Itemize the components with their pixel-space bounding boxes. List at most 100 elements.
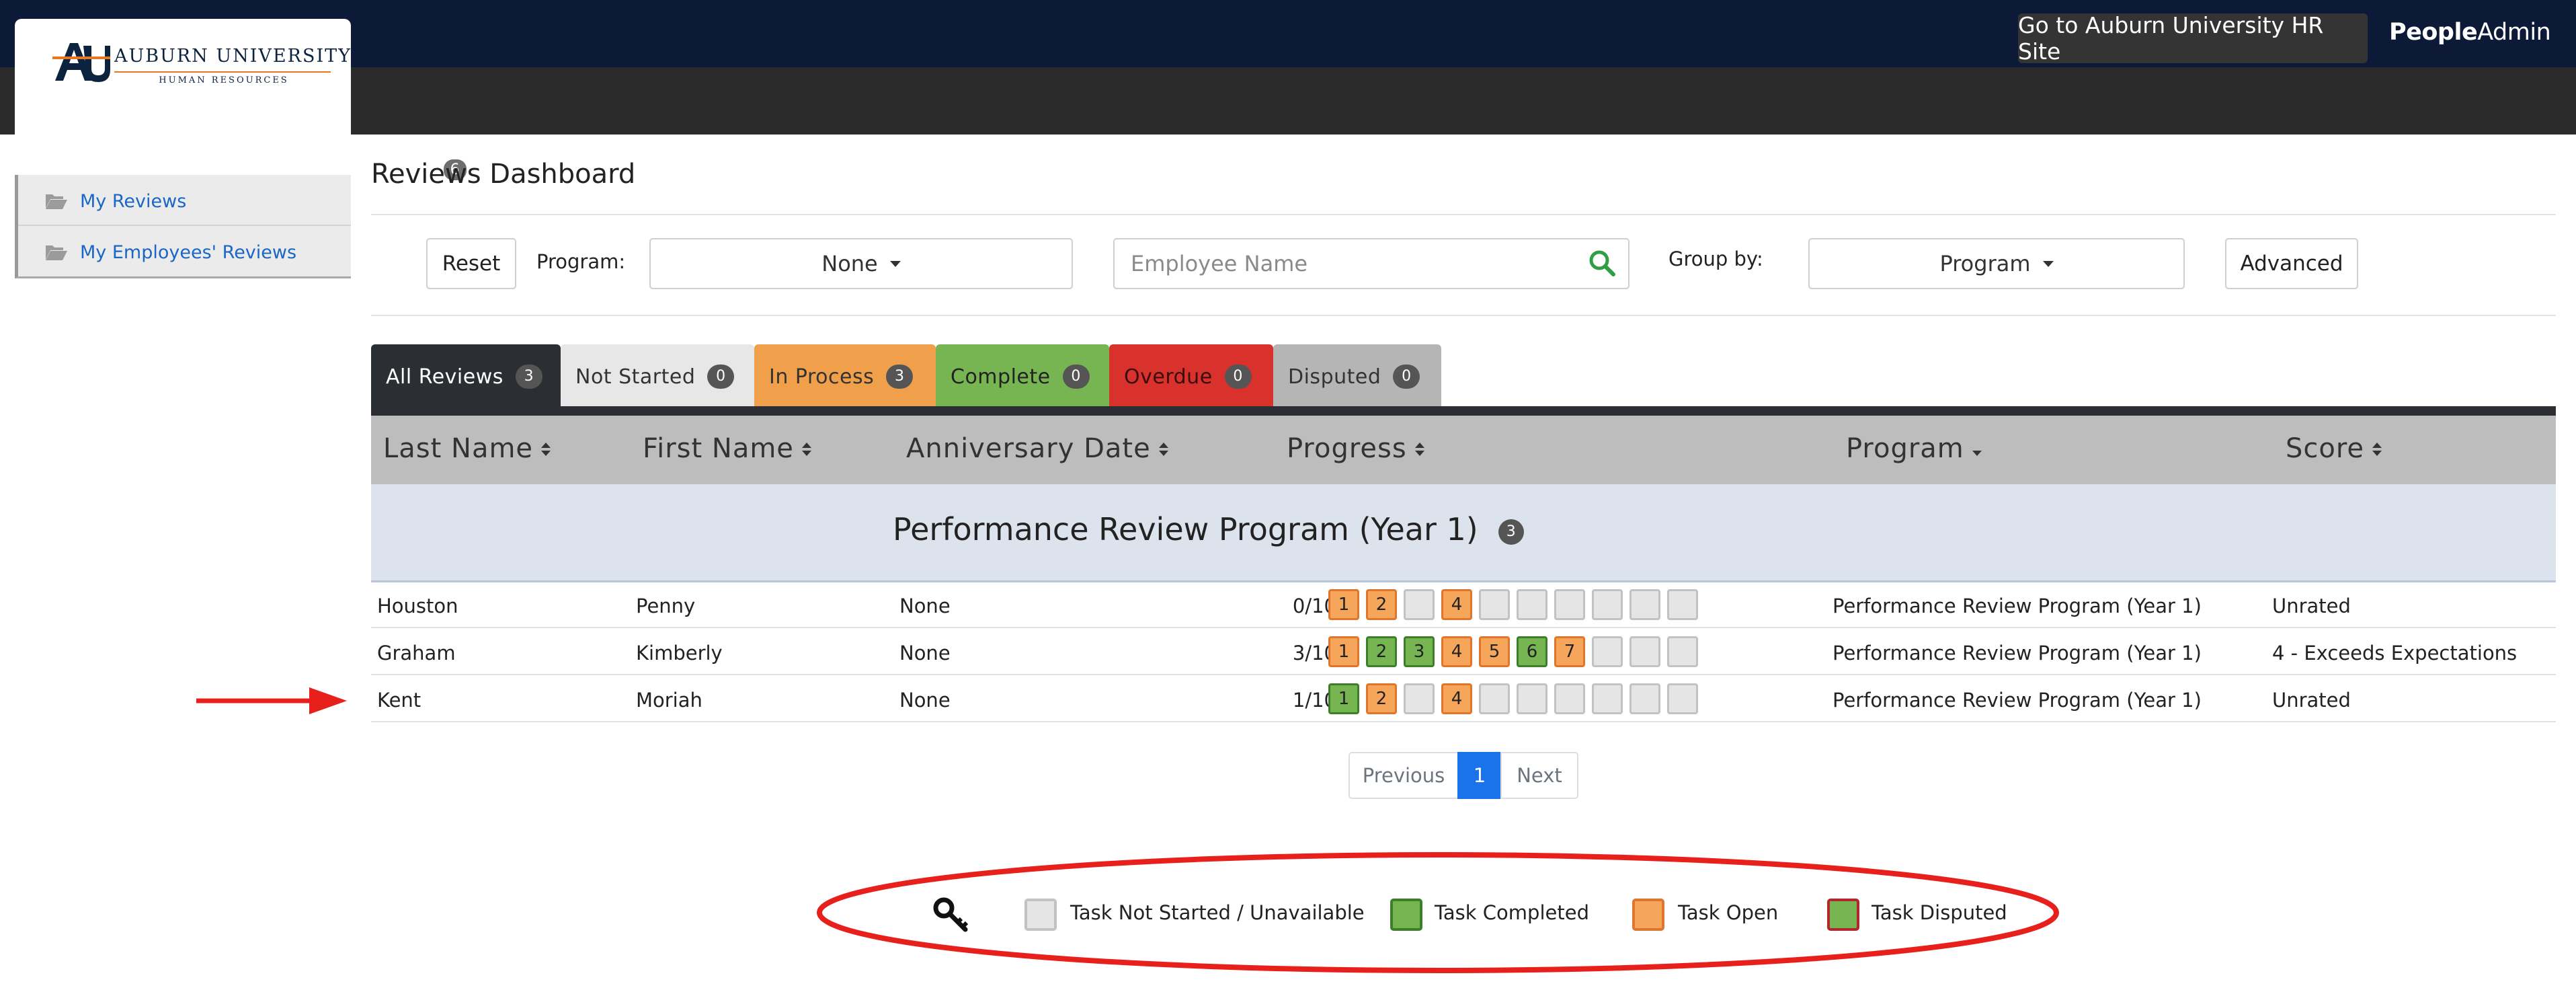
progress-task-box[interactable]: 1: [1328, 636, 1359, 667]
sidebar-item-my-employees-reviews[interactable]: My Employees' Reviews: [45, 232, 296, 272]
progress-task-box[interactable]: 5: [1479, 636, 1510, 667]
column-header-progress[interactable]: Progress: [1287, 433, 1424, 464]
tab-disputed[interactable]: Disputed 0: [1273, 344, 1441, 409]
sidebar-item-label: My Employees' Reviews: [80, 241, 297, 263]
progress-task-box[interactable]: 1: [1328, 589, 1359, 620]
tab-overdue[interactable]: Overdue 0: [1109, 344, 1273, 409]
folder-open-icon: [46, 194, 67, 209]
cell-score: Unrated: [2272, 595, 2351, 617]
progress-task-box[interactable]: [1667, 589, 1698, 620]
progress-task-box[interactable]: [1667, 683, 1698, 714]
logo-hr-text: HUMAN RESOURCES: [159, 75, 289, 85]
page-title: Reviews Dashboard: [371, 159, 636, 190]
progress-task-box[interactable]: [1479, 589, 1510, 620]
tab-complete[interactable]: Complete 0: [936, 344, 1109, 409]
progress-task-box[interactable]: [1592, 636, 1623, 667]
group-title: Performance Review Program (Year 1) 3: [893, 511, 1524, 547]
progress-task-box[interactable]: 3: [1404, 636, 1435, 667]
cell-score: 4 - Exceeds Expectations: [2272, 642, 2518, 664]
search-icon[interactable]: [1588, 249, 1617, 278]
tab-label: In Process: [769, 365, 875, 389]
progress-task-box[interactable]: [1554, 589, 1585, 620]
tab-not-started[interactable]: Not Started 0: [561, 344, 754, 409]
caret-down-icon: [2042, 260, 2054, 267]
pagination-previous[interactable]: Previous: [1349, 752, 1459, 799]
tab-in-process[interactable]: In Process 3: [754, 344, 936, 409]
tab-count-badge: 0: [1224, 365, 1252, 389]
sort-icon: [2372, 443, 2382, 457]
sort-icon: [801, 443, 811, 457]
tab-label: Disputed: [1288, 365, 1381, 389]
sidebar: My Reviews My Employees' Reviews: [15, 175, 351, 278]
progress-task-box[interactable]: 4: [1441, 636, 1472, 667]
progress-task-box[interactable]: [1629, 636, 1660, 667]
progress-task-box[interactable]: 4: [1441, 683, 1472, 714]
tab-count-badge: 0: [1062, 365, 1090, 389]
progress-task-box[interactable]: 2: [1366, 636, 1397, 667]
column-header-anniversary-date[interactable]: Anniversary Date: [906, 433, 1168, 464]
progress-task-box[interactable]: 1: [1328, 683, 1359, 714]
cell-anniversary-date: None: [899, 689, 951, 712]
progress-task-box[interactable]: [1554, 683, 1585, 714]
progress-task-box[interactable]: [1517, 589, 1547, 620]
nav-performance-updates[interactable]: Performance Updates 1: [647, 157, 871, 180]
group-by-select[interactable]: Program: [1808, 238, 2185, 289]
employee-name-search-input[interactable]: [1113, 238, 1629, 289]
tab-label: All Reviews: [386, 365, 504, 389]
progress-task-box[interactable]: 4: [1441, 589, 1472, 620]
column-header-score[interactable]: Score: [2286, 433, 2382, 464]
column-header-program[interactable]: Program: [1846, 433, 1982, 464]
progress-task-box[interactable]: [1404, 683, 1435, 714]
cell-program: Performance Review Program (Year 1): [1833, 642, 2202, 664]
program-select[interactable]: None: [649, 238, 1073, 289]
divider: [371, 214, 2556, 215]
program-filter-label: Program:: [536, 250, 626, 273]
cell-first-name: Kimberly: [636, 642, 723, 664]
tab-all-reviews[interactable]: All Reviews 3: [371, 344, 561, 409]
cell-last-name: Kent: [377, 689, 421, 712]
table-row[interactable]: Kent Moriah None Performance Review Program…: [371, 675, 2556, 722]
progress-task-box[interactable]: [1479, 683, 1510, 714]
ellipse-annotation: [817, 852, 2059, 973]
table-row[interactable]: Graham Kimberly None Performance Review Pro…: [371, 628, 2556, 675]
progress-task-box[interactable]: 2: [1366, 683, 1397, 714]
main-navbar: Home 6 Performance Performance Updates 1 H…: [0, 67, 2576, 180]
progress-task-box[interactable]: [1667, 636, 1698, 667]
cell-program: Performance Review Program (Year 1): [1833, 689, 2202, 712]
sort-icon: [1158, 443, 1168, 457]
progress-task-box[interactable]: [1404, 589, 1435, 620]
sidebar-item-my-reviews[interactable]: My Reviews: [45, 181, 186, 221]
logo-university-text: AUBURN UNIVERSITY: [114, 46, 352, 67]
hr-site-button[interactable]: Go to Auburn University HR Site: [2018, 12, 2368, 65]
column-header-last-name[interactable]: Last Name: [383, 433, 551, 464]
progress-task-box[interactable]: [1517, 683, 1547, 714]
user-greeting[interactable]: Hello, Eugene: [2323, 157, 2458, 180]
progress-task-box[interactable]: 6: [1517, 636, 1547, 667]
auburn-logo[interactable]: AUBURN UNIVERSITY HUMAN RESOURCES: [15, 19, 351, 135]
group-header-row: Performance Review Program (Year 1) 3: [371, 484, 2556, 582]
tab-count-badge: 3: [886, 365, 914, 389]
cell-anniversary-date: None: [899, 595, 951, 617]
group-by-label: Group by:: [1668, 248, 1763, 270]
column-header-first-name[interactable]: First Name: [643, 433, 811, 464]
reset-button[interactable]: Reset: [426, 238, 516, 289]
progress-task-box[interactable]: 7: [1554, 636, 1585, 667]
divider: [371, 315, 2556, 316]
pagination-page-1[interactable]: 1: [1457, 752, 1502, 799]
cell-score: Unrated: [2272, 689, 2351, 712]
advanced-button[interactable]: Advanced: [2225, 238, 2358, 289]
cell-first-name: Penny: [636, 595, 696, 617]
logout-link[interactable]: Log Out: [2466, 157, 2542, 180]
cell-first-name: Moriah: [636, 689, 702, 712]
progress-task-box[interactable]: [1592, 589, 1623, 620]
table-row[interactable]: Houston Penny None Performance Review Progr…: [371, 581, 2556, 628]
tab-label: Complete: [951, 365, 1051, 389]
tab-count-badge: 3: [515, 365, 542, 389]
progress-task-box[interactable]: [1629, 683, 1660, 714]
progress-task-box[interactable]: [1629, 589, 1660, 620]
caret-down-icon: [889, 260, 901, 267]
pagination-next[interactable]: Next: [1500, 752, 1578, 799]
progress-task-box[interactable]: [1592, 683, 1623, 714]
progress-task-box[interactable]: 2: [1366, 589, 1397, 620]
sort-icon: [1414, 443, 1424, 457]
